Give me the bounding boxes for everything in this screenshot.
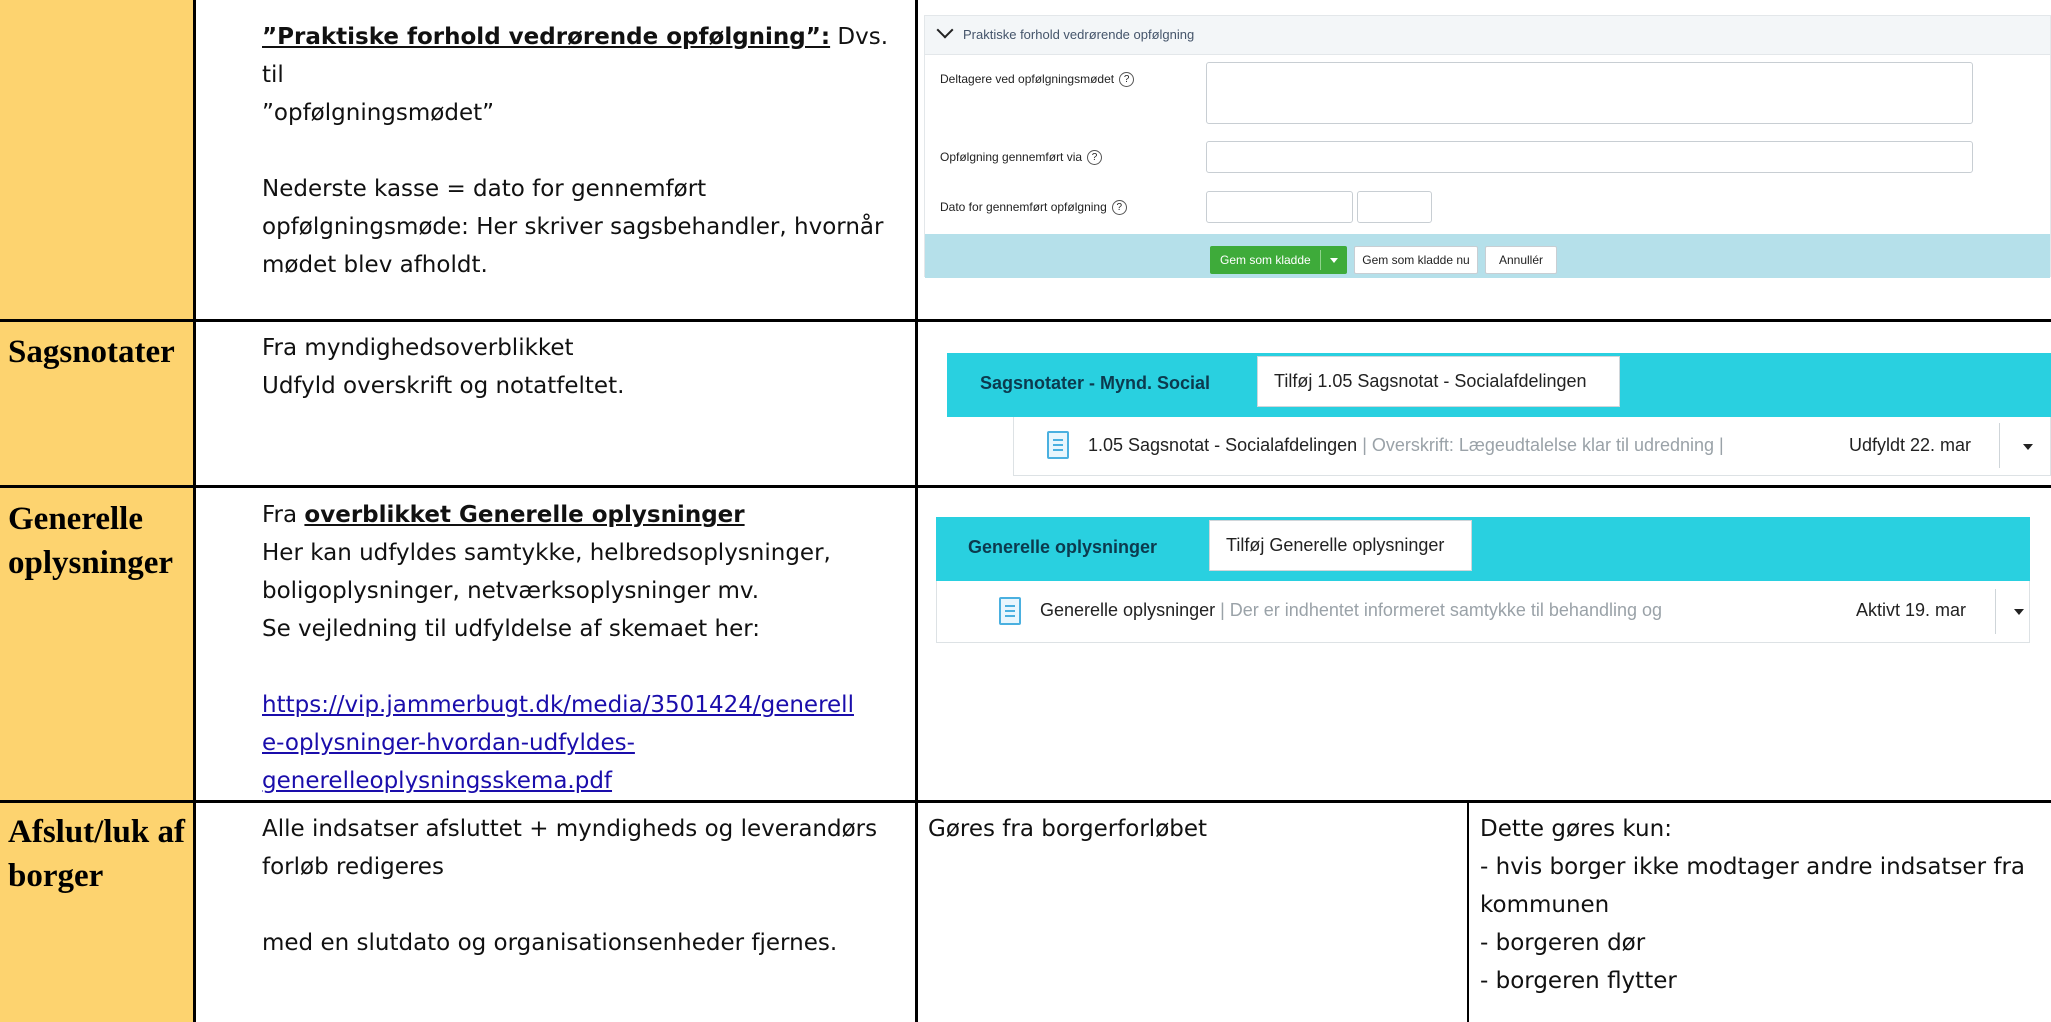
row4-col4: Dette gøres kun: - hvis borger ikke modt… — [1480, 816, 2025, 994]
participants-field[interactable] — [1206, 62, 1973, 124]
chevron-down-icon — [936, 21, 954, 39]
row4-description: Alle indsatser afsluttet + myndigheds og… — [262, 810, 912, 962]
followup-date-field[interactable] — [1206, 191, 1353, 223]
row2-heading: Sagsnotater — [8, 334, 175, 370]
case-notes-widget: Sagsnotater - Mynd. Social Tilføj 1.05 S… — [947, 353, 2051, 476]
general-info-item-status: Aktivt 19. mar — [1856, 600, 1967, 620]
row2-line1: Fra myndighedsoverblikket — [262, 335, 574, 361]
followup-form-screenshot: Praktiske forhold vedrørende opfølgning … — [924, 15, 2051, 278]
followup-date-label: Dato for gennemført opfølgning? — [940, 200, 1127, 216]
followup-via-field[interactable] — [1206, 141, 1973, 173]
followup-section-header[interactable]: Praktiske forhold vedrørende opfølgning — [925, 16, 2050, 55]
case-note-item-name: 1.05 Sagsnotat - Socialafdelingen — [1088, 435, 1358, 455]
row-divider-2 — [0, 485, 2051, 488]
case-note-item-detail: | Overskrift: Lægeudtalelse klar til udr… — [1357, 435, 1724, 455]
add-general-info-button[interactable]: Tilføj Generelle oplysninger — [1209, 520, 1472, 571]
document-icon — [1047, 431, 1069, 459]
row2-line2: Udfyld overskrift og notatfeltet. — [262, 373, 625, 399]
row4-line2: forløb redigeres — [262, 854, 444, 880]
row1-description: ”Praktiske forhold vedrørende opfølgning… — [262, 18, 902, 284]
row4-line1: Alle indsatser afsluttet + myndigheds og… — [262, 816, 878, 842]
help-icon[interactable]: ? — [1087, 150, 1103, 166]
general-info-widget: Generelle oplysninger Tilføj Generelle o… — [936, 517, 2030, 647]
row1-para2-line2: opfølgningsmøde: Her skriver sagsbehandl… — [262, 214, 884, 240]
row3-line2: Her kan udfyldes samtykke, helbredsoplys… — [262, 540, 831, 566]
cancel-button[interactable]: Annullér — [1485, 246, 1557, 274]
chevron-down-icon[interactable] — [2023, 444, 2033, 450]
row4-col3: Gøres fra borgerforløbet — [928, 816, 1208, 842]
row3-description: Fra overblikket Generelle oplysninger He… — [262, 496, 912, 800]
general-info-item-detail: | Der er indhentet informeret samtykke t… — [1215, 600, 1663, 620]
case-note-list-item[interactable]: 1.05 Sagsnotat - Socialafdelingen | Over… — [1013, 417, 2051, 476]
row-divider-1 — [0, 319, 2051, 322]
save-draft-button[interactable]: Gem som kladde — [1210, 246, 1347, 274]
row-divider-3 — [0, 800, 2051, 803]
row1-title: ”Praktiske forhold vedrørende opfølgning… — [262, 24, 831, 50]
help-icon[interactable]: ? — [1119, 72, 1135, 88]
row4-heading: Afslut/luk af borger — [8, 814, 185, 894]
followup-section-title: Praktiske forhold vedrørende opfølgning — [963, 27, 1195, 42]
general-info-list-item[interactable]: Generelle oplysninger | Der er indhentet… — [936, 581, 2030, 643]
row3-line4: Se vejledning til udfyldelse af skemaet … — [262, 616, 761, 642]
guide-url-link[interactable]: https://vip.jammerbugt.dk/media/3501424/… — [262, 686, 912, 800]
row2-description: Fra myndighedsoverblikket Udfyld overskr… — [262, 329, 902, 405]
general-info-title: Generelle oplysninger — [968, 537, 1158, 557]
row3-heading: Generelle oplysninger — [8, 501, 174, 581]
chevron-down-icon[interactable] — [2014, 609, 2024, 615]
row4-line3: med en slutdato og organisationsenheder … — [262, 930, 838, 956]
general-info-overview-link[interactable]: overblikket Generelle oplysninger — [304, 502, 744, 528]
case-note-item-status: Udfyldt 22. mar — [1849, 435, 1972, 455]
row1-para2-line1: Nederste kasse = dato for gennemført — [262, 176, 707, 202]
form-button-bar: Gem som kladde Gem som kladde nu Annullé… — [925, 234, 2050, 278]
followup-via-label: Opfølgning gennemført via? — [940, 150, 1103, 166]
followup-time-field[interactable] — [1357, 191, 1432, 223]
general-info-item-name: Generelle oplysninger — [1040, 600, 1216, 620]
help-icon[interactable]: ? — [1111, 200, 1127, 216]
row1-line2: ”opfølgningsmødet” — [262, 100, 495, 126]
case-notes-title: Sagsnotater - Mynd. Social — [980, 373, 1211, 393]
table-border-col4 — [1467, 802, 1469, 1022]
row1-para2-line3: mødet blev afholdt. — [262, 252, 488, 278]
save-draft-now-button[interactable]: Gem som kladde nu — [1354, 246, 1478, 274]
row3-line3: boligoplysninger, netværksoplysninger mv… — [262, 578, 760, 604]
table-border-left — [193, 0, 196, 1022]
add-case-note-button[interactable]: Tilføj 1.05 Sagsnotat - Socialafdelingen — [1257, 356, 1620, 407]
participants-label: Deltagere ved opfølgningsmødet? — [940, 72, 1135, 88]
caret-down-icon[interactable] — [1330, 258, 1338, 263]
table-border-mid — [915, 0, 918, 1022]
document-icon — [999, 597, 1021, 625]
